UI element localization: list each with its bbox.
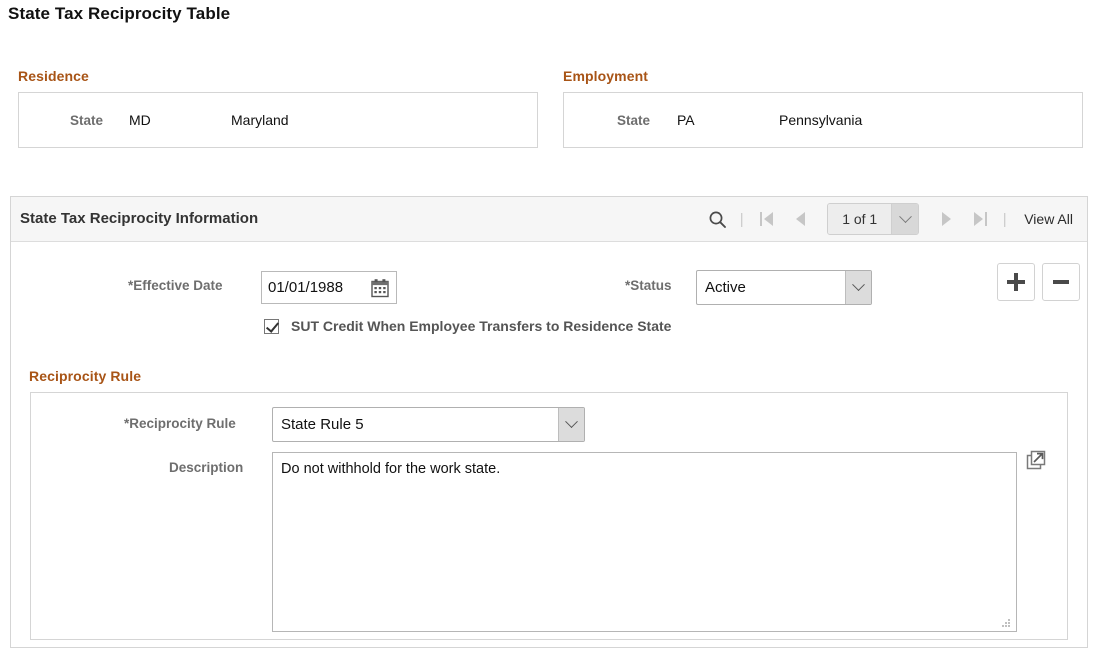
- last-page-icon[interactable]: [963, 202, 997, 236]
- sut-credit-checkbox[interactable]: [264, 318, 279, 334]
- reciprocity-rule-dropdown[interactable]: State Rule 5: [272, 407, 585, 442]
- employment-state-code: PA: [677, 112, 695, 128]
- residence-state-label: State: [70, 113, 104, 128]
- effective-date-field[interactable]: [261, 271, 397, 304]
- status-label: *Status: [625, 278, 672, 293]
- panel-header: State Tax Reciprocity Information | 1 of…: [11, 197, 1087, 242]
- status-value: Active: [705, 279, 746, 296]
- add-row-button[interactable]: [997, 263, 1035, 301]
- panel-title: State Tax Reciprocity Information: [20, 210, 259, 227]
- description-textarea[interactable]: [272, 452, 1017, 632]
- row-pager-label: 1 of 1: [828, 204, 892, 234]
- row-navigation-toolbar: | 1 of 1 | View All: [700, 197, 1079, 241]
- employment-group-label: Employment: [563, 68, 649, 84]
- delete-row-button[interactable]: [1042, 263, 1080, 301]
- next-page-icon[interactable]: [929, 202, 963, 236]
- expand-popup-icon[interactable]: [1026, 450, 1046, 470]
- reciprocity-rule-label: *Reciprocity Rule: [124, 416, 236, 431]
- residence-state-name: Maryland: [231, 112, 289, 128]
- minus-icon: [1053, 280, 1069, 284]
- first-page-icon[interactable]: [749, 202, 783, 236]
- status-dropdown[interactable]: Active: [696, 270, 872, 305]
- chevron-down-icon[interactable]: [845, 271, 871, 304]
- reciprocity-rule-group-label: Reciprocity Rule: [29, 368, 142, 384]
- page-title: State Tax Reciprocity Table: [8, 4, 231, 23]
- employment-state-label: State: [617, 113, 651, 128]
- effective-date-label: *Effective Date: [128, 278, 223, 293]
- sut-credit-label: SUT Credit When Employee Transfers to Re…: [291, 318, 672, 334]
- toolbar-separator-left: |: [739, 210, 744, 228]
- calendar-icon[interactable]: [370, 278, 390, 298]
- residence-state-code: MD: [129, 112, 151, 128]
- toolbar-separator-right: |: [1002, 210, 1007, 228]
- search-icon[interactable]: [700, 202, 734, 236]
- reciprocity-rule-value: State Rule 5: [281, 416, 364, 433]
- chevron-down-icon[interactable]: [558, 408, 584, 441]
- description-label: Description: [169, 460, 244, 475]
- chevron-down-icon[interactable]: [891, 204, 919, 234]
- previous-page-icon[interactable]: [783, 202, 817, 236]
- sut-credit-checkbox-row[interactable]: SUT Credit When Employee Transfers to Re…: [264, 318, 671, 334]
- view-all-link[interactable]: View All: [1012, 211, 1079, 227]
- residence-group-label: Residence: [18, 68, 89, 84]
- effective-date-input[interactable]: [262, 272, 362, 303]
- state-tax-reciprocity-page: State Tax Reciprocity Table Residence St…: [0, 0, 1101, 659]
- row-pager-dropdown[interactable]: 1 of 1: [827, 203, 920, 235]
- employment-state-name: Pennsylvania: [779, 112, 863, 128]
- plus-icon: [1007, 273, 1025, 291]
